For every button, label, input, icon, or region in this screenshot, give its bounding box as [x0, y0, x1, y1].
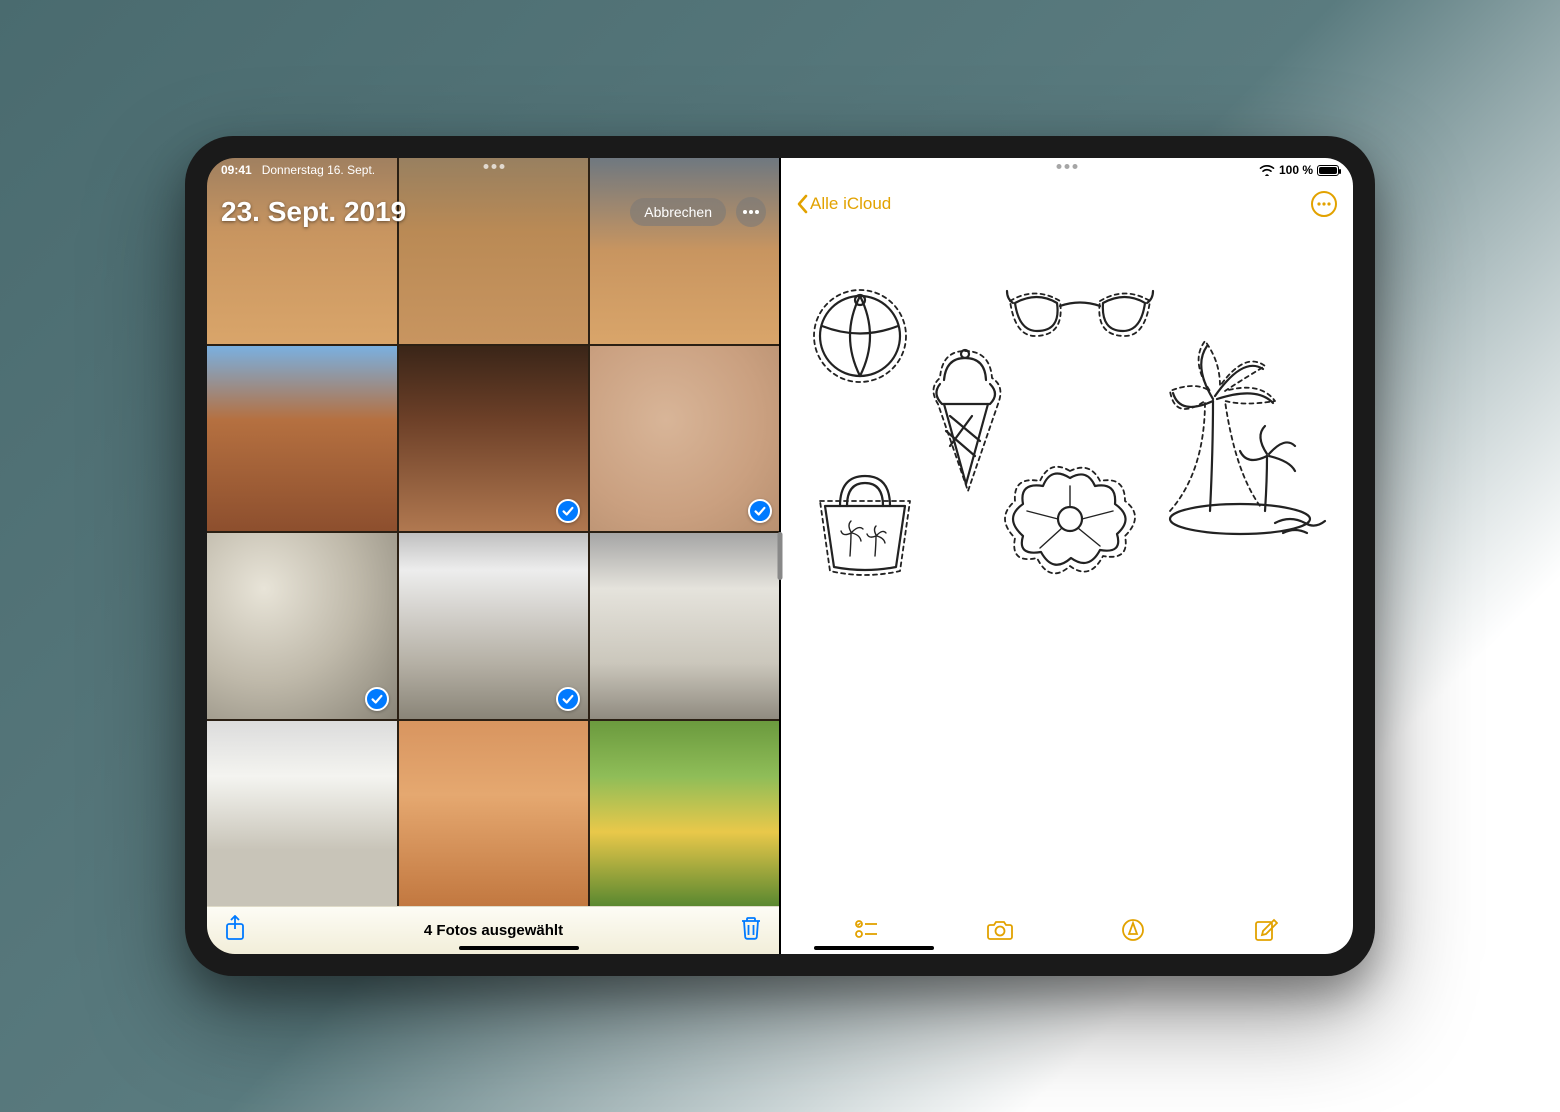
cancel-button[interactable]: Abbrechen: [630, 198, 726, 226]
doodle-palm-trees: [1165, 271, 1335, 541]
photo-thumbnail[interactable]: [207, 721, 397, 907]
split-view-handle-icon[interactable]: [778, 532, 783, 580]
notes-back-label: Alle iCloud: [810, 194, 891, 214]
photo-thumbnail[interactable]: [590, 346, 780, 532]
photo-thumbnail[interactable]: [399, 346, 589, 532]
notes-more-button[interactable]: [1311, 191, 1337, 217]
notes-app: 100 % Alle iCloud: [780, 158, 1353, 954]
status-time: 09:41: [221, 163, 252, 177]
notes-canvas[interactable]: [780, 226, 1353, 906]
photo-thumbnail[interactable]: [207, 346, 397, 532]
camera-icon: [987, 919, 1013, 941]
photos-grid: [207, 158, 780, 906]
camera-button[interactable]: [980, 919, 1020, 941]
photo-thumbnail[interactable]: [590, 721, 780, 907]
checklist-button[interactable]: [847, 920, 887, 940]
markup-button[interactable]: [1113, 918, 1153, 942]
status-date: Donnerstag 16. Sept.: [262, 163, 375, 177]
ellipsis-icon: [1317, 202, 1331, 206]
selected-check-icon: [556, 687, 580, 711]
photo-thumbnail[interactable]: [399, 533, 589, 719]
photo-thumbnail[interactable]: [399, 158, 589, 344]
battery-percent: 100 %: [1279, 163, 1313, 177]
multitask-indicator-icon[interactable]: [1056, 164, 1077, 169]
doodle-beach-ball: [810, 286, 910, 386]
selection-status: 4 Fotos ausgewählt: [424, 922, 563, 939]
photo-thumbnail[interactable]: [207, 533, 397, 719]
notes-back-button[interactable]: Alle iCloud: [796, 194, 891, 214]
selected-check-icon: [748, 499, 772, 523]
doodle-sunglasses: [1005, 281, 1155, 351]
trash-icon: [740, 916, 762, 940]
photo-thumbnail[interactable]: [590, 158, 780, 344]
selected-check-icon: [365, 687, 389, 711]
photos-app: 09:41 Donnerstag 16. Sept. 23. Sept. 201…: [207, 158, 780, 954]
compose-icon: [1254, 918, 1278, 942]
selected-check-icon: [556, 499, 580, 523]
doodle-flower: [995, 456, 1145, 586]
status-bar-left: 09:41 Donnerstag 16. Sept.: [207, 158, 780, 182]
photos-date-title: 23. Sept. 2019: [221, 196, 406, 228]
battery-icon: [1317, 165, 1339, 176]
wifi-icon: [1259, 164, 1275, 176]
chevron-left-icon: [796, 194, 808, 214]
photo-thumbnail[interactable]: [207, 158, 397, 344]
doodle-beach-bag: [805, 461, 925, 581]
home-indicator[interactable]: [814, 946, 934, 950]
ellipsis-icon: [743, 210, 759, 214]
share-button[interactable]: [225, 915, 245, 946]
photos-header: 23. Sept. 2019 Abbrechen: [207, 188, 780, 236]
compose-button[interactable]: [1246, 918, 1286, 942]
more-button[interactable]: [736, 197, 766, 227]
multitask-indicator-icon[interactable]: [483, 164, 504, 169]
markup-icon: [1121, 918, 1145, 942]
notes-header: Alle iCloud: [780, 182, 1353, 226]
photo-thumbnail[interactable]: [399, 721, 589, 907]
home-indicator[interactable]: [459, 946, 579, 950]
share-icon: [225, 915, 245, 941]
ipad-device-frame: 09:41 Donnerstag 16. Sept. 23. Sept. 201…: [185, 136, 1375, 976]
status-bar-right: 100 %: [780, 158, 1353, 182]
ipad-screen: 09:41 Donnerstag 16. Sept. 23. Sept. 201…: [207, 158, 1353, 954]
photo-thumbnail[interactable]: [590, 533, 780, 719]
delete-button[interactable]: [740, 916, 762, 945]
checklist-icon: [855, 920, 879, 940]
